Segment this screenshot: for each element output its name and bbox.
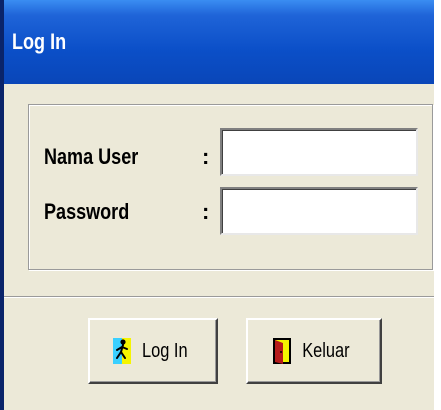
password-colon: : (202, 199, 210, 224)
window-title: Log In (12, 29, 67, 54)
login-window: Log In Nama User : Password : Log In Kel… (0, 0, 434, 410)
exit-button-label: Keluar (302, 339, 350, 362)
login-button[interactable]: Log In (88, 318, 218, 384)
username-label: Nama User (44, 144, 139, 169)
password-field[interactable] (220, 187, 418, 235)
exit-door-icon (273, 338, 292, 364)
walking-man-icon (113, 338, 132, 364)
username-colon: : (202, 144, 210, 169)
login-button-label: Log In (142, 339, 188, 362)
username-field[interactable] (220, 128, 418, 176)
title-bar[interactable]: Log In (4, 0, 434, 84)
panel-separator (4, 296, 434, 298)
password-label: Password (44, 199, 130, 224)
exit-button[interactable]: Keluar (246, 318, 382, 384)
